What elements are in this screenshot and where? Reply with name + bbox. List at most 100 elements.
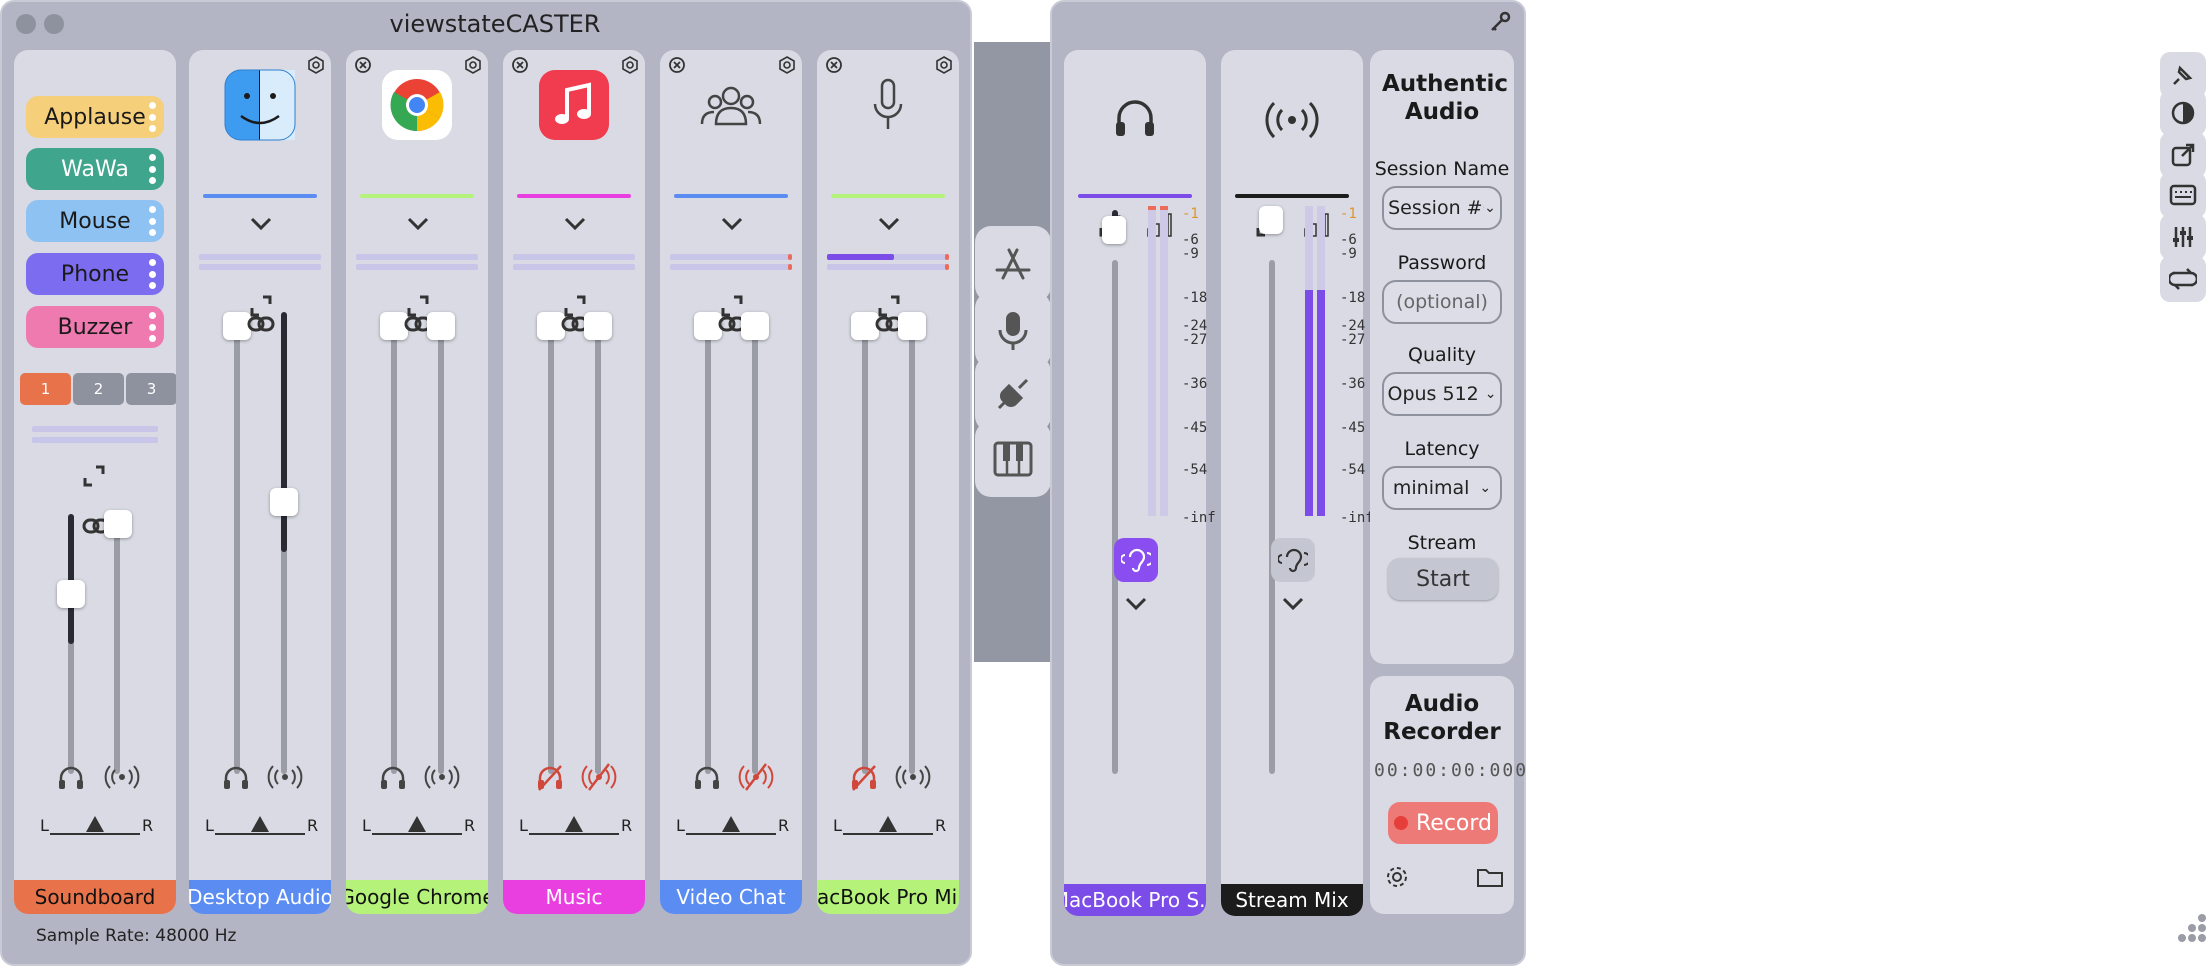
channel-settings-icon[interactable] [621, 56, 639, 74]
broadcast-icon[interactable] [267, 762, 303, 792]
close-channel-icon[interactable] [668, 56, 686, 74]
soundboard-button[interactable]: Mouse [26, 200, 164, 242]
pan-slider-thumb[interactable] [408, 816, 426, 832]
volume-slider-thumb[interactable] [270, 488, 298, 516]
soundboard-button[interactable]: WaWa [26, 148, 164, 190]
chevron-down-icon[interactable] [877, 216, 901, 232]
password-field[interactable]: (optional) [1382, 280, 1502, 324]
volume-slider-track[interactable] [862, 332, 868, 774]
traffic-light-minimize[interactable] [44, 14, 64, 34]
headphones-icon[interactable] [692, 762, 722, 792]
volume-slider-thumb[interactable] [427, 312, 455, 340]
link-icon[interactable] [247, 314, 275, 334]
folder-icon[interactable] [1476, 866, 1504, 888]
volume-slider-thumb[interactable] [898, 312, 926, 340]
broadcast-muted-icon[interactable] [738, 762, 774, 792]
volume-slider-thumb[interactable] [1259, 206, 1283, 234]
headphones-icon[interactable] [56, 762, 86, 792]
volume-slider-track[interactable] [705, 332, 711, 774]
more-options-icon[interactable] [148, 154, 156, 184]
close-channel-icon[interactable] [511, 56, 529, 74]
strip-label[interactable]: Desktop Audio [189, 880, 331, 914]
channel-settings-icon[interactable] [935, 56, 953, 74]
broadcast-icon[interactable] [424, 762, 460, 792]
volume-slider-track[interactable] [1112, 260, 1118, 774]
volume-slider-thumb[interactable] [104, 510, 132, 538]
strip-label[interactable]: Music [503, 880, 645, 914]
volume-slider-thumb[interactable] [57, 580, 85, 608]
volume-slider-thumb[interactable] [741, 312, 769, 340]
pan-slider[interactable] [843, 833, 933, 835]
broadcast-icon[interactable] [104, 762, 140, 792]
headphones-icon[interactable] [221, 762, 251, 792]
traffic-light-close[interactable] [16, 14, 36, 34]
pan-slider[interactable] [372, 833, 462, 835]
pan-slider-thumb[interactable] [86, 816, 104, 832]
soundboard-button[interactable]: Phone [26, 253, 164, 295]
volume-slider-track[interactable] [114, 514, 120, 774]
resize-grip-icon[interactable] [2174, 912, 2208, 946]
quality-dropdown[interactable]: Opus 512 ⌄ [1382, 372, 1502, 416]
monitor-toggle-button[interactable] [1114, 538, 1158, 582]
pan-slider-thumb[interactable] [565, 816, 583, 832]
chevron-down-icon[interactable] [1281, 596, 1305, 612]
pan-slider-thumb[interactable] [879, 816, 897, 832]
pan-slider-thumb[interactable] [722, 816, 740, 832]
strip-label[interactable]: Stream Mix [1221, 884, 1363, 916]
keyboard-button[interactable] [2160, 172, 2206, 218]
headphones-muted-icon[interactable] [849, 762, 879, 792]
channel-settings-icon[interactable] [464, 56, 482, 74]
strip-label[interactable]: MacBook Pro S... [1064, 884, 1206, 916]
volume-slider-track[interactable] [752, 332, 758, 774]
volume-slider-track[interactable] [391, 332, 397, 774]
pan-slider[interactable] [686, 833, 776, 835]
session-name-dropdown[interactable]: Session #01 ⌄ [1382, 186, 1502, 230]
chevron-down-icon[interactable] [563, 216, 587, 232]
mixer-settings-button[interactable] [2160, 214, 2206, 260]
headphones-icon[interactable] [378, 762, 408, 792]
pan-slider[interactable] [50, 833, 140, 835]
strip-label[interactable]: Video Chat [660, 880, 802, 914]
volume-slider-thumb[interactable] [584, 312, 612, 340]
volume-slider-track[interactable] [595, 332, 601, 774]
soundboard-button[interactable]: Applause [26, 96, 164, 138]
close-channel-icon[interactable] [354, 56, 372, 74]
more-options-icon[interactable] [148, 206, 156, 236]
pan-slider-thumb[interactable] [251, 816, 269, 832]
more-options-icon[interactable] [148, 102, 156, 132]
chevron-down-icon[interactable] [720, 216, 744, 232]
channel-settings-icon[interactable] [778, 56, 796, 74]
broadcast-icon[interactable] [895, 762, 931, 792]
more-options-icon[interactable] [148, 259, 156, 289]
pan-slider[interactable] [215, 833, 305, 835]
close-channel-icon[interactable] [825, 56, 843, 74]
start-stream-button[interactable]: Start [1388, 558, 1498, 600]
piano-button[interactable] [975, 421, 1051, 497]
broadcast-muted-icon[interactable] [581, 762, 617, 792]
more-options-icon[interactable] [148, 312, 156, 342]
chevron-down-icon[interactable] [249, 216, 273, 232]
volume-slider-track[interactable] [234, 332, 240, 774]
expand-icon[interactable] [82, 464, 106, 488]
monitor-toggle-button[interactable] [1271, 538, 1315, 582]
app-store-button[interactable] [975, 226, 1051, 302]
routing-button[interactable] [2160, 256, 2206, 302]
chevron-down-icon[interactable] [1124, 596, 1148, 612]
headphones-muted-icon[interactable] [535, 762, 565, 792]
bank-button-1[interactable]: 1 [20, 373, 71, 405]
strip-label[interactable]: Google Chrome [346, 880, 488, 914]
volume-slider-track[interactable] [548, 332, 554, 774]
soundboard-button[interactable]: Buzzer [26, 306, 164, 348]
strip-label[interactable]: Soundboard [14, 880, 176, 914]
strip-label[interactable]: MacBook Pro Mi... [817, 880, 959, 914]
bank-button-3[interactable]: 3 [126, 373, 176, 405]
theme-button[interactable] [2160, 90, 2206, 136]
chevron-down-icon[interactable] [406, 216, 430, 232]
volume-slider-thumb[interactable] [1102, 216, 1126, 244]
volume-slider-track[interactable] [438, 332, 444, 774]
pan-slider[interactable] [529, 833, 619, 835]
latency-dropdown[interactable]: minimal ⌄ [1382, 466, 1502, 510]
bank-button-2[interactable]: 2 [73, 373, 124, 405]
volume-slider-track[interactable] [909, 332, 915, 774]
gear-icon[interactable] [1384, 864, 1410, 890]
